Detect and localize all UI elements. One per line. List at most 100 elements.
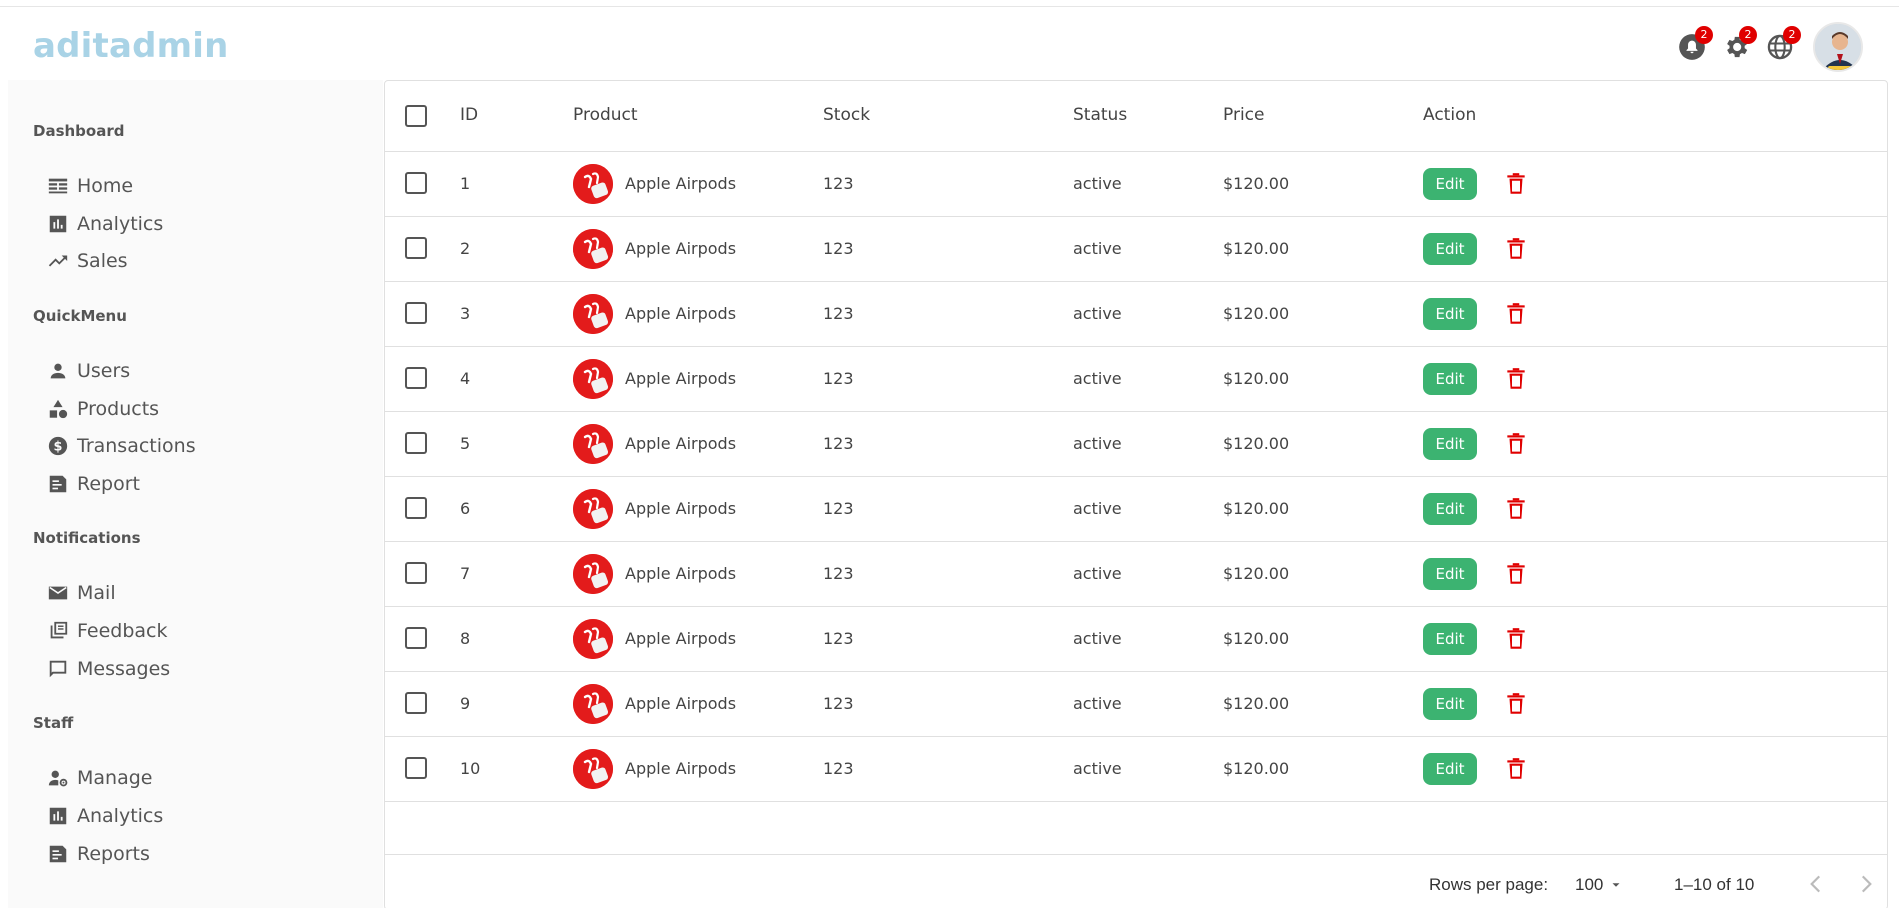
table-row[interactable]: 1 Apple Airpods 123 active $120.00 Edit (385, 152, 1887, 217)
sidebar-item-staff-analytics[interactable]: Analytics (47, 802, 163, 830)
delete-button[interactable] (1503, 755, 1529, 783)
row-checkbox[interactable] (405, 367, 427, 389)
product-image (573, 424, 613, 464)
edit-button[interactable]: Edit (1423, 753, 1477, 785)
row-checkbox[interactable] (405, 497, 427, 519)
delete-button[interactable] (1503, 235, 1529, 263)
analytics-icon (49, 215, 67, 233)
row-checkbox[interactable] (405, 757, 427, 779)
settings-badge: 2 (1739, 26, 1757, 44)
edit-button[interactable]: Edit (1423, 428, 1477, 460)
delete-button[interactable] (1503, 170, 1529, 198)
sidebar-item-label: Manage (77, 767, 153, 789)
table-row[interactable]: 4 Apple Airpods 123 active $120.00 Edit (385, 347, 1887, 412)
cell-id: 7 (460, 564, 471, 583)
table-row[interactable]: 3 Apple Airpods 123 active $120.00 Edit (385, 282, 1887, 347)
sidebar-item-transactions[interactable]: $ Transactions (47, 432, 196, 460)
cell-price: $120.00 (1223, 434, 1290, 453)
cell-price: $120.00 (1223, 759, 1290, 778)
product-image (573, 164, 613, 204)
cell-id: 10 (460, 759, 481, 778)
edit-button[interactable]: Edit (1423, 363, 1477, 395)
sidebar-item-manage[interactable]: Manage (47, 764, 152, 792)
edit-button[interactable]: Edit (1423, 688, 1477, 720)
sidebar-item-products[interactable]: Products (47, 395, 159, 423)
delete-button[interactable] (1503, 625, 1529, 653)
globe-icon[interactable]: 2 (1765, 26, 1801, 62)
cell-status: active (1073, 499, 1122, 518)
notifications-icon[interactable]: 2 (1677, 26, 1713, 62)
sidebar-item-messages[interactable]: Messages (47, 655, 170, 683)
column-header-product[interactable]: Product (573, 105, 638, 125)
product-image (573, 684, 613, 724)
cell-status: active (1073, 759, 1122, 778)
row-checkbox[interactable] (405, 172, 427, 194)
caret-down-icon (1612, 883, 1620, 887)
rows-per-page-select[interactable]: 100 (1575, 875, 1623, 895)
cell-id: 5 (460, 434, 471, 453)
table-row[interactable]: 10 Apple Airpods 123 active $120.00 Edit (385, 737, 1887, 802)
sidebar-item-home[interactable]: Home (47, 172, 133, 200)
column-header-stock[interactable]: Stock (823, 105, 870, 125)
chat-icon (49, 660, 67, 678)
edit-button[interactable]: Edit (1423, 493, 1477, 525)
edit-button[interactable]: Edit (1423, 558, 1477, 590)
home-dashboard-icon (48, 178, 68, 194)
edit-button[interactable]: Edit (1423, 623, 1477, 655)
sidebar-section-notifications: Notifications (33, 529, 141, 547)
trash-icon (1507, 433, 1525, 454)
select-all-checkbox[interactable] (405, 105, 427, 127)
sidebar-item-mail[interactable]: Mail (47, 579, 116, 607)
row-checkbox[interactable] (405, 302, 427, 324)
app-logo[interactable]: aditadmin (33, 26, 229, 66)
sidebar-item-reports[interactable]: Reports (47, 840, 150, 868)
delete-button[interactable] (1503, 495, 1529, 523)
delete-button[interactable] (1503, 300, 1529, 328)
column-header-status[interactable]: Status (1073, 105, 1127, 125)
cell-id: 3 (460, 304, 471, 323)
edit-button[interactable]: Edit (1423, 233, 1477, 265)
product-image (573, 229, 613, 269)
previous-page-button[interactable] (1803, 871, 1829, 902)
column-header-price[interactable]: Price (1223, 105, 1264, 125)
svg-text:$: $ (54, 440, 63, 455)
cell-product: Apple Airpods (625, 434, 737, 453)
row-checkbox[interactable] (405, 432, 427, 454)
column-header-id[interactable]: ID (460, 105, 478, 125)
cell-status: active (1073, 694, 1122, 713)
delete-button[interactable] (1503, 560, 1529, 588)
next-page-button[interactable] (1853, 871, 1879, 902)
sidebar-item-users[interactable]: Users (47, 357, 130, 385)
row-checkbox[interactable] (405, 237, 427, 259)
sidebar-item-feedback[interactable]: Feedback (47, 617, 167, 645)
sidebar-item-label: Messages (77, 658, 171, 680)
table-row[interactable]: 2 Apple Airpods 123 active $120.00 Edit (385, 217, 1887, 282)
cell-product: Apple Airpods (625, 564, 737, 583)
row-checkbox[interactable] (405, 692, 427, 714)
gear-icon[interactable]: 2 (1721, 26, 1757, 62)
table-row[interactable]: 9 Apple Airpods 123 active $120.00 Edit (385, 672, 1887, 737)
table-row[interactable]: 7 Apple Airpods 123 active $120.00 Edit (385, 542, 1887, 607)
edit-button[interactable]: Edit (1423, 168, 1477, 200)
delete-button[interactable] (1503, 365, 1529, 393)
sidebar-item-sales[interactable]: Sales (47, 247, 128, 275)
cell-status: active (1073, 304, 1122, 323)
row-checkbox[interactable] (405, 627, 427, 649)
row-checkbox[interactable] (405, 562, 427, 584)
column-header-action[interactable]: Action (1423, 105, 1476, 125)
avatar[interactable] (1813, 22, 1863, 72)
trash-icon (1507, 238, 1525, 259)
edit-button[interactable]: Edit (1423, 298, 1477, 330)
cell-id: 6 (460, 499, 471, 518)
chevron-right-icon (1861, 875, 1872, 893)
sidebar-section-quickmenu: QuickMenu (33, 307, 127, 325)
sidebar-item-analytics[interactable]: Analytics (47, 210, 163, 238)
table-row[interactable]: 5 Apple Airpods 123 active $120.00 Edit (385, 412, 1887, 477)
delete-button[interactable] (1503, 690, 1529, 718)
table-row[interactable]: 6 Apple Airpods 123 active $120.00 Edit (385, 477, 1887, 542)
product-image (573, 489, 613, 529)
delete-button[interactable] (1503, 430, 1529, 458)
sidebar-item-report[interactable]: Report (47, 470, 140, 498)
product-image (573, 294, 613, 334)
table-row[interactable]: 8 Apple Airpods 123 active $120.00 Edit (385, 607, 1887, 672)
